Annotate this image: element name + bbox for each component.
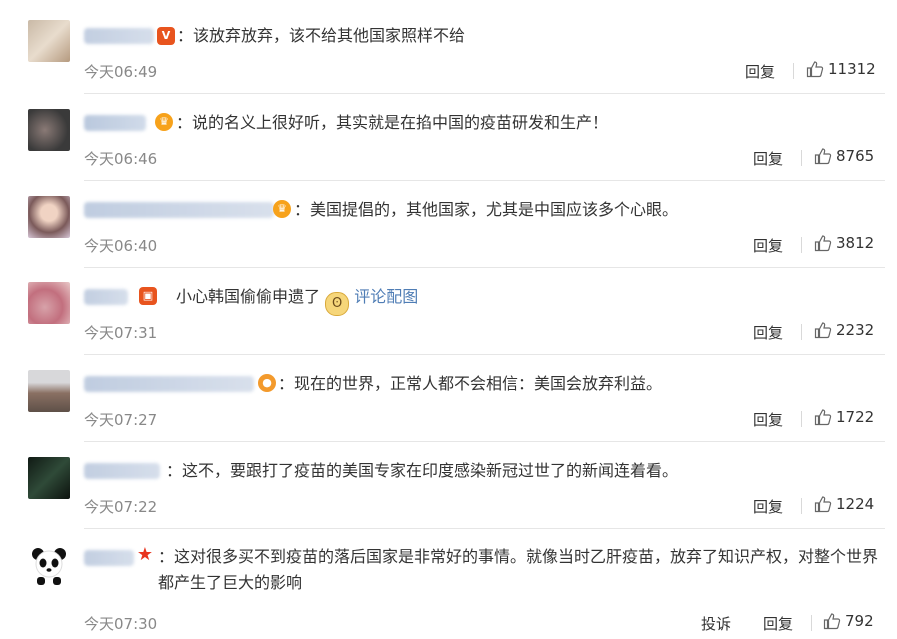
comment-text: ：美国提倡的，其他国家，尤其是中国应该多个心眼。	[294, 200, 679, 219]
reply-button[interactable]: 回复	[763, 613, 793, 634]
comment-item: ▣ 小心韩国偷偷申遗了 ʘ 评论配图 今天07:31 回复 2232	[0, 268, 897, 355]
comment-time: 今天07:30	[84, 615, 158, 633]
comment-time: 今天06:40	[84, 237, 158, 255]
comment-image-link[interactable]: 评论配图	[354, 287, 418, 306]
comment-item: ● ：现在的世界，正常人都不会相信：美国会放弃利益。 今天07:27 回复 17…	[0, 355, 897, 442]
crown-badge-icon: ♛	[273, 200, 291, 218]
thumbs-up-icon	[823, 613, 841, 630]
avatar[interactable]	[28, 282, 70, 324]
like-button[interactable]: 1224	[814, 495, 874, 513]
like-button[interactable]: 792	[823, 612, 874, 630]
reply-button[interactable]: 回复	[745, 61, 775, 82]
avatar[interactable]	[28, 109, 70, 151]
comment-time: 今天06:46	[84, 150, 158, 168]
star-badge-icon: ★	[136, 544, 154, 565]
comment-text: ：这不，要跟打了疫苗的美国专家在印度感染新冠过世了的新闻连着看。	[166, 461, 679, 480]
comment-time: 今天07:31	[84, 324, 158, 342]
comment-text: ：说的名义上很好听，其实就是在掐中国的疫苗研发和生产！	[176, 113, 609, 132]
username-blurred[interactable]	[84, 202, 274, 218]
separator	[801, 150, 802, 166]
comment-time: 今天07:27	[84, 411, 158, 429]
comment-item: ★ ：这对很多买不到疫苗的落后国家是非常好的事情。就像当时乙肝疫苗，放弃了知识产…	[0, 529, 897, 639]
reply-button[interactable]: 回复	[753, 409, 783, 430]
like-count: 3812	[836, 234, 875, 252]
like-button[interactable]: 1722	[814, 408, 874, 426]
like-button[interactable]: 8765	[814, 147, 874, 165]
avatar[interactable]	[28, 544, 70, 586]
username-blurred[interactable]	[84, 289, 128, 305]
thumbs-up-icon	[814, 409, 832, 426]
like-count: 11312	[828, 60, 876, 78]
comment-item: ：这不，要跟打了疫苗的美国专家在印度感染新冠过世了的新闻连着看。 今天07:22…	[0, 442, 897, 529]
avatar[interactable]	[28, 196, 70, 238]
dog-emoji-icon: ʘ	[325, 292, 350, 316]
like-count: 1722	[836, 408, 875, 426]
orange-badge-icon: ●	[258, 374, 276, 392]
comment-time: 今天06:49	[84, 63, 158, 81]
comment-list: V ：该放弃放弃，该不给其他国家照样不给 今天06:49 回复 11312 ♛ …	[0, 0, 897, 639]
comment-text: ：现在的世界，正常人都不会相信：美国会放弃利益。	[278, 374, 663, 393]
username-blurred[interactable]	[84, 376, 254, 392]
username-blurred[interactable]	[84, 28, 154, 44]
comment-text: 小心韩国偷偷申遗了 ʘ 评论配图	[176, 284, 418, 316]
thumbs-up-icon	[806, 61, 824, 78]
reply-button[interactable]: 回复	[753, 322, 783, 343]
separator	[801, 498, 802, 514]
username-blurred[interactable]	[84, 115, 146, 131]
like-button[interactable]: 11312	[806, 60, 876, 78]
comment-text: ：该放弃放弃，该不给其他国家照样不给	[177, 26, 466, 45]
comment-item: ♛ ：美国提倡的，其他国家，尤其是中国应该多个心眼。 今天06:40 回复 38…	[0, 181, 897, 268]
avatar[interactable]	[28, 457, 70, 499]
comment-item: V ：该放弃放弃，该不给其他国家照样不给 今天06:49 回复 11312	[0, 0, 897, 94]
report-button[interactable]: 投诉	[701, 613, 731, 634]
member-badge-icon: ▣	[139, 287, 157, 305]
thumbs-up-icon	[814, 496, 832, 513]
crown-badge-icon: ♛	[155, 113, 173, 131]
comment-item: ♛ ：说的名义上很好听，其实就是在掐中国的疫苗研发和生产！ 今天06:46 回复…	[0, 94, 897, 181]
like-count: 792	[845, 612, 874, 630]
separator	[801, 324, 802, 340]
thumbs-up-icon	[814, 235, 832, 252]
separator	[793, 63, 794, 79]
avatar[interactable]	[28, 20, 70, 62]
like-button[interactable]: 2232	[814, 321, 874, 339]
vip-badge-icon: V	[157, 27, 175, 45]
reply-button[interactable]: 回复	[753, 235, 783, 256]
avatar[interactable]	[28, 370, 70, 412]
separator	[801, 237, 802, 253]
username-blurred[interactable]	[84, 463, 160, 479]
panda-icon	[32, 548, 66, 585]
comment-text: ：这对很多买不到疫苗的落后国家是非常好的事情。就像当时乙肝疫苗，放弃了知识产权，…	[158, 547, 879, 592]
separator	[811, 615, 812, 631]
thumbs-up-icon	[814, 148, 832, 165]
reply-button[interactable]: 回复	[753, 496, 783, 517]
like-count: 2232	[836, 321, 875, 339]
separator	[801, 411, 802, 427]
reply-button[interactable]: 回复	[753, 148, 783, 169]
like-count: 1224	[836, 495, 875, 513]
comment-body: 小心韩国偷偷申遗了	[176, 287, 321, 306]
like-button[interactable]: 3812	[814, 234, 874, 252]
username-blurred[interactable]	[84, 550, 134, 566]
thumbs-up-icon	[814, 322, 832, 339]
like-count: 8765	[836, 147, 875, 165]
comment-time: 今天07:22	[84, 498, 158, 516]
